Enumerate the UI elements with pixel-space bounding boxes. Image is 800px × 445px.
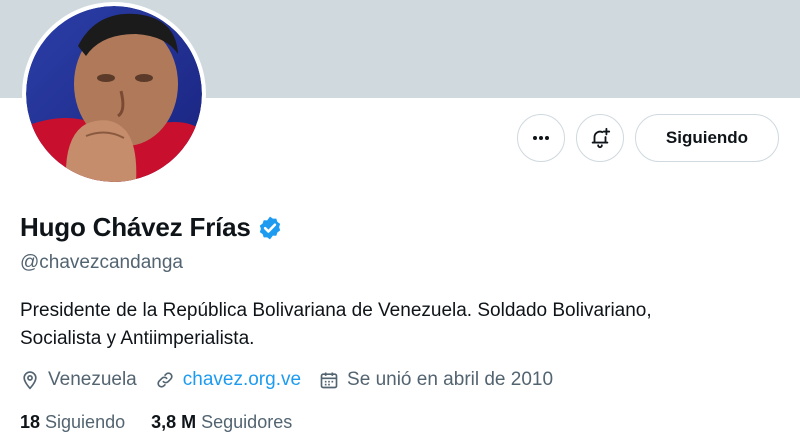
avatar-photo bbox=[26, 6, 202, 182]
following-button[interactable]: Siguiendo bbox=[635, 114, 779, 162]
profile-meta: Venezuela chavez.org.ve Se unió en abril… bbox=[20, 369, 571, 391]
location-item: Venezuela bbox=[20, 369, 137, 391]
following-count: 18 bbox=[20, 412, 41, 432]
calendar-icon bbox=[320, 372, 338, 389]
location-pin-icon bbox=[23, 371, 37, 390]
more-icon bbox=[533, 136, 549, 140]
name-row: Hugo Chávez Frías bbox=[20, 212, 283, 243]
following-label: Siguiendo bbox=[45, 412, 126, 432]
following-button-label: Siguiendo bbox=[665, 128, 749, 147]
more-button[interactable] bbox=[517, 114, 565, 162]
avatar[interactable] bbox=[22, 2, 206, 186]
link-icon bbox=[157, 372, 173, 388]
user-handle: @chavezcandanga bbox=[20, 252, 183, 273]
joined-text: Se unió en abril de 2010 bbox=[347, 369, 554, 390]
website-link[interactable]: chavez.org.ve bbox=[183, 369, 301, 391]
followers-count: 3,8 M bbox=[151, 412, 197, 432]
location-text: Venezuela bbox=[48, 369, 137, 390]
follow-stats: 18 Siguiendo 3,8 M Seguidores bbox=[20, 412, 318, 433]
bio-line: Socialista y Antiimperialista. bbox=[20, 328, 255, 349]
followers-label: Seguidores bbox=[201, 412, 293, 432]
display-name: Hugo Chávez Frías bbox=[20, 212, 251, 242]
profile-bio: Presidente de la República Bolivariana d… bbox=[20, 297, 740, 353]
verified-badge-icon[interactable] bbox=[257, 215, 283, 241]
bio-line: Presidente de la República Bolivariana d… bbox=[20, 300, 652, 321]
followers-stat-link[interactable]: 3,8 M Seguidores bbox=[151, 412, 292, 433]
notify-button[interactable] bbox=[576, 114, 624, 162]
joined-item: Se unió en abril de 2010 bbox=[319, 369, 553, 391]
website-item: chavez.org.ve bbox=[155, 369, 301, 391]
following-stat-link[interactable]: 18 Siguiendo bbox=[20, 412, 125, 433]
bell-plus-icon bbox=[591, 127, 611, 149]
